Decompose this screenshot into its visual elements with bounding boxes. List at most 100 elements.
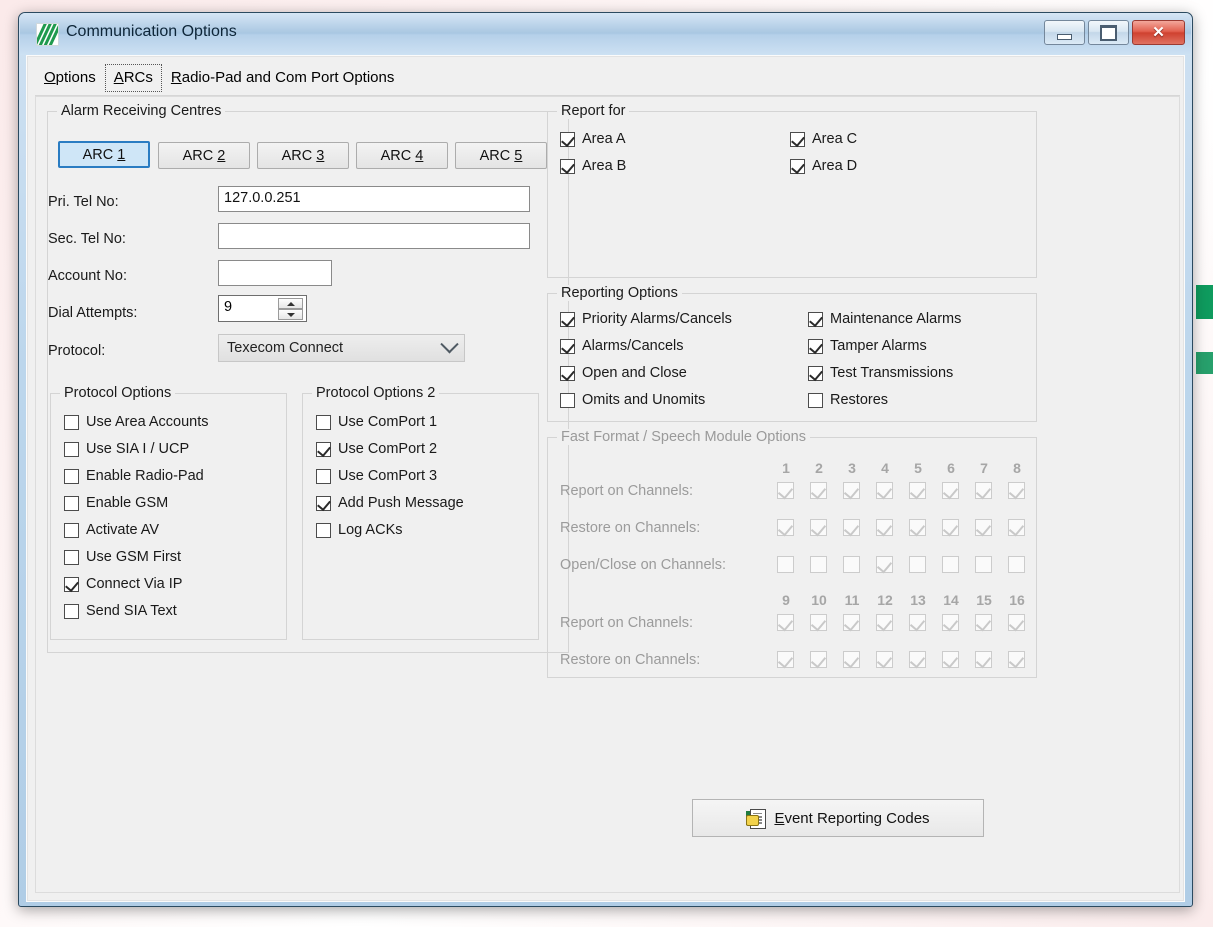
checkbox-omits-and-unomits[interactable]: Omits and Unomits [560, 392, 705, 408]
checkbox-use-area-accounts[interactable]: Use Area Accounts [64, 414, 209, 430]
checkbox-use-gsm-first[interactable]: Use GSM First [64, 549, 181, 565]
channel-check-openclose-8 [1008, 556, 1025, 573]
checkbox-alarms-cancels[interactable]: Alarms/Cancels [560, 338, 684, 354]
channel-check-report-7 [975, 482, 992, 499]
checkbox-enable-radio-pad[interactable]: Enable Radio-Pad [64, 468, 204, 484]
checkbox-priority-alarms-cancels[interactable]: Priority Alarms/Cancels [560, 311, 732, 327]
checkbox-label: Area D [812, 158, 857, 174]
channel-check-restore-15 [975, 651, 992, 668]
checkbox-use-comport-1[interactable]: Use ComPort 1 [316, 414, 437, 430]
channel-header-14: 14 [941, 592, 961, 608]
arc-button-1-label: ARC 1 [83, 147, 126, 163]
checkbox-maintenance-alarms[interactable]: Maintenance Alarms [808, 311, 961, 327]
tab-options[interactable]: Options [35, 64, 105, 92]
checkbox-connect-via-ip[interactable]: Connect Via IP [64, 576, 182, 592]
arc-button-2[interactable]: ARC 2 [158, 142, 250, 169]
channel-check-restore-14 [942, 651, 959, 668]
arc-button-4[interactable]: ARC 4 [356, 142, 448, 169]
channel-check-openclose-6 [942, 556, 959, 573]
account-no-input[interactable] [218, 260, 332, 286]
window-client-area: Options ARCs Radio-Pad and Com Port Opti… [26, 55, 1185, 902]
maximize-icon [1100, 25, 1117, 41]
checkbox-label: Activate AV [86, 522, 159, 538]
checkbox-use-comport-3[interactable]: Use ComPort 3 [316, 468, 437, 484]
channel-header-4: 4 [875, 460, 895, 476]
channel-check-report-10 [810, 614, 827, 631]
checkbox-box [64, 415, 79, 430]
maximize-button[interactable] [1088, 20, 1129, 45]
channel-check-report-15 [975, 614, 992, 631]
checkbox-label: Alarms/Cancels [582, 338, 684, 354]
channel-check-openclose-1 [777, 556, 794, 573]
dial-attempts-decrement-button[interactable] [278, 309, 303, 320]
checkbox-add-push-message[interactable]: Add Push Message [316, 495, 464, 511]
channel-header-16: 16 [1007, 592, 1027, 608]
checkbox-enable-gsm[interactable]: Enable GSM [64, 495, 168, 511]
channel-check-report-16 [1008, 614, 1025, 631]
tab-radio-pad[interactable]: Radio-Pad and Com Port Options [162, 64, 403, 92]
checkbox-label: Tamper Alarms [830, 338, 927, 354]
channel-check-report-9 [777, 614, 794, 631]
event-reporting-codes-button[interactable]: Event Reporting Codes [692, 799, 984, 837]
checkbox-label: Use GSM First [86, 549, 181, 565]
checkbox-box [808, 393, 823, 408]
close-icon: ✕ [1152, 25, 1165, 40]
channel-header-5: 5 [908, 460, 928, 476]
channel-check-report-5 [909, 482, 926, 499]
checkbox-area-c[interactable]: Area C [790, 131, 857, 147]
checkbox-area-b[interactable]: Area B [560, 158, 626, 174]
open-close-on-channels-label: Open/Close on Channels: [560, 557, 726, 573]
protocol-options-title: Protocol Options [60, 385, 175, 401]
checkbox-send-sia-text[interactable]: Send SIA Text [64, 603, 177, 619]
channel-check-openclose-7 [975, 556, 992, 573]
channel-header-12: 12 [875, 592, 895, 608]
checkbox-activate-av[interactable]: Activate AV [64, 522, 159, 538]
checkbox-box [560, 393, 575, 408]
checkbox-restores[interactable]: Restores [808, 392, 888, 408]
minimize-button[interactable] [1044, 20, 1085, 45]
checkbox-label: Enable Radio-Pad [86, 468, 204, 484]
checkbox-label: Use ComPort 1 [338, 414, 437, 430]
fast-format-title: Fast Format / Speech Module Options [557, 429, 810, 445]
arc-button-3[interactable]: ARC 3 [257, 142, 349, 169]
checkbox-test-transmissions[interactable]: Test Transmissions [808, 365, 953, 381]
channel-check-restore-6 [942, 519, 959, 536]
checkbox-label: Enable GSM [86, 495, 168, 511]
checkbox-label: Open and Close [582, 365, 687, 381]
protocol-select[interactable]: Texecom Connect [218, 334, 465, 362]
checkbox-box [316, 442, 331, 457]
arc-button-4-label: ARC 4 [381, 148, 424, 164]
checkbox-label: Use Area Accounts [86, 414, 209, 430]
checkbox-open-and-close[interactable]: Open and Close [560, 365, 687, 381]
arc-button-1[interactable]: ARC 1 [58, 141, 150, 168]
checkbox-label: Area A [582, 131, 626, 147]
channel-check-restore-13 [909, 651, 926, 668]
dial-attempts-stepper[interactable]: 9 [218, 295, 307, 322]
checkbox-use-comport-2[interactable]: Use ComPort 2 [316, 441, 437, 457]
checkbox-log-acks[interactable]: Log ACKs [316, 522, 403, 538]
window-title: Communication Options [66, 23, 237, 41]
checkbox-area-d[interactable]: Area D [790, 158, 857, 174]
channel-header-15: 15 [974, 592, 994, 608]
checkbox-box [560, 132, 575, 147]
report-document-icon [746, 809, 765, 828]
pri-tel-input[interactable]: 127.0.0.251 [218, 186, 530, 212]
pri-tel-label: Pri. Tel No: [48, 194, 119, 210]
checkbox-box [316, 523, 331, 538]
channel-header-10: 10 [809, 592, 829, 608]
checkbox-label: Priority Alarms/Cancels [582, 311, 732, 327]
checkbox-box [316, 496, 331, 511]
window-controls: ✕ [1044, 20, 1185, 45]
close-button[interactable]: ✕ [1132, 20, 1185, 45]
sec-tel-input[interactable] [218, 223, 530, 249]
checkbox-tamper-alarms[interactable]: Tamper Alarms [808, 338, 927, 354]
dial-attempts-increment-button[interactable] [278, 298, 303, 309]
channel-check-report-1 [777, 482, 794, 499]
checkbox-area-a[interactable]: Area A [560, 131, 626, 147]
channel-check-report-4 [876, 482, 893, 499]
tab-content-panel: Alarm Receiving Centres ARC 1 ARC 2 ARC … [35, 96, 1180, 893]
tab-arcs[interactable]: ARCs [105, 64, 162, 92]
arc-button-5[interactable]: ARC 5 [455, 142, 547, 169]
communication-options-window: Communication Options ✕ Options ARCs Rad… [18, 12, 1193, 907]
checkbox-use-sia-i-ucp[interactable]: Use SIA I / UCP [64, 441, 189, 457]
